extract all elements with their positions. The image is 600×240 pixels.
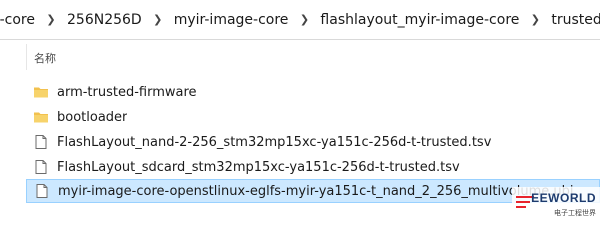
breadcrumb-label: 256N256D — [67, 11, 142, 28]
list-item[interactable]: FlashLayout_nand-2-256_stm32mp15xc-ya151… — [26, 130, 600, 154]
list-item[interactable]: bootloader — [26, 105, 600, 129]
file-icon — [36, 184, 48, 198]
address-bar[interactable]: e-core ❯ 256N256D ❯ myir-image-core ❯ fl… — [0, 0, 600, 40]
file-icon — [35, 160, 47, 174]
breadcrumb-label: e-core — [0, 11, 35, 28]
chevron-right-icon[interactable]: ❯ — [147, 0, 169, 39]
column-divider — [26, 44, 27, 70]
watermark-brand: EEWORLD — [531, 191, 596, 205]
chevron-right-icon[interactable]: ❯ — [524, 0, 546, 39]
folder-icon — [34, 112, 48, 123]
breadcrumb-item[interactable]: 256N256D — [62, 0, 147, 39]
breadcrumb-item[interactable]: myir-image-core — [169, 0, 294, 39]
folder-icon — [34, 87, 48, 98]
breadcrumb-label: myir-image-core — [173, 11, 289, 28]
column-header-row: 名称 — [0, 44, 600, 70]
chevron-right-icon[interactable]: ❯ — [40, 0, 62, 39]
breadcrumb-label: trusted — [551, 11, 600, 28]
watermark-logo: EEWORLD 电子工程世界 — [512, 187, 600, 221]
breadcrumb-item[interactable]: e-core — [0, 0, 40, 39]
list-item[interactable]: arm-trusted-firmware — [26, 80, 600, 104]
breadcrumb-item[interactable]: trusted — [546, 0, 600, 39]
file-name: arm-trusted-firmware — [57, 84, 197, 100]
chevron-right-icon[interactable]: ❯ — [293, 0, 315, 39]
file-name: FlashLayout_sdcard_stm32mp15xc-ya151c-25… — [57, 159, 460, 175]
file-name: FlashLayout_nand-2-256_stm32mp15xc-ya151… — [57, 134, 492, 150]
column-header-name[interactable]: 名称 — [34, 50, 56, 66]
file-icon — [35, 135, 47, 149]
file-name: bootloader — [57, 109, 128, 125]
breadcrumb-item[interactable]: flashlayout_myir-image-core — [315, 0, 524, 39]
list-item[interactable]: FlashLayout_sdcard_stm32mp15xc-ya151c-25… — [26, 155, 600, 179]
file-name: myir-image-core-openstlinux-eglfs-myir-y… — [58, 183, 574, 199]
breadcrumb-label: flashlayout_myir-image-core — [320, 11, 520, 28]
watermark-subtitle: 电子工程世界 — [554, 209, 596, 217]
